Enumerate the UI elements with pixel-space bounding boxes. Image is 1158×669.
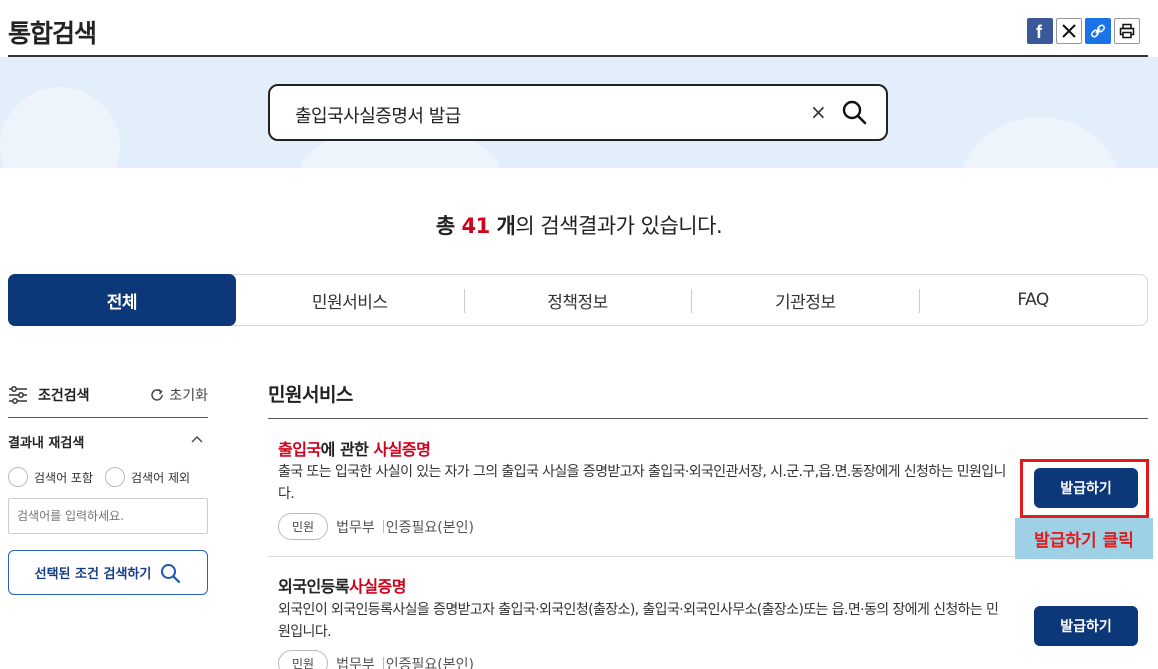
filter-header: 조건검색 초기화 xyxy=(8,382,208,418)
result-prefix: 총 xyxy=(435,214,462,238)
exclude-label: 검색어 제외 xyxy=(131,470,191,485)
type-badge: 민원 xyxy=(278,650,329,669)
title-highlight: 사실증명 xyxy=(373,440,431,459)
svg-text:f: f xyxy=(1036,22,1043,40)
auth-label: 인증필요(본인) xyxy=(385,519,474,536)
tab-policy-info[interactable]: 정책정보 xyxy=(463,275,692,325)
exclude-radio[interactable]: 검색어 제외 xyxy=(105,467,190,487)
search-icon xyxy=(161,563,181,583)
print-icon[interactable] xyxy=(1114,18,1140,44)
tab-faq[interactable]: FAQ xyxy=(919,275,1147,325)
chevron-up-icon[interactable] xyxy=(190,432,204,446)
filter-icon xyxy=(9,386,27,404)
title-text: 에 관한 xyxy=(320,440,374,459)
title-highlight: 출입국 xyxy=(278,440,321,459)
section-title: 민원서비스 xyxy=(268,384,353,406)
agency-label: 법무부 xyxy=(336,656,375,669)
search-query[interactable]: 출입국사실증명서 발급 xyxy=(295,102,461,128)
share-toolbar: f xyxy=(1027,18,1140,44)
tab-all[interactable]: 전체 xyxy=(8,274,236,326)
auth-label: 인증필요(본인) xyxy=(385,656,474,669)
result-meta: 민원 법무부 인증필요(본인) xyxy=(278,513,474,540)
page-title: 통합검색 xyxy=(8,19,97,48)
reset-button[interactable]: 초기화 xyxy=(149,385,208,405)
annotation-label: 발급하기 클릭 xyxy=(1015,518,1153,559)
tab-civil-service[interactable]: 민원서비스 xyxy=(236,275,464,325)
title-text: 외국인등록 xyxy=(278,577,350,596)
result-title-link[interactable]: 출입국에 관한 사실증명 xyxy=(278,436,431,460)
radio-circle[interactable] xyxy=(105,467,126,487)
type-badge: 민원 xyxy=(278,513,329,540)
title-highlight: 사실증명 xyxy=(349,577,406,596)
search-icon[interactable] xyxy=(840,98,868,126)
cloud-decoration xyxy=(960,117,1120,168)
clear-icon[interactable]: × xyxy=(810,100,827,124)
condition-search-button[interactable]: 선택된 조건 검색하기 xyxy=(8,550,208,595)
search-input[interactable]: 출입국사실증명서 발급 × xyxy=(268,84,888,141)
meta-separator xyxy=(382,520,384,533)
x-icon[interactable] xyxy=(1056,18,1082,44)
refine-search-input[interactable] xyxy=(8,498,208,534)
category-tabs: 전체 민원서비스 정책정보 기관정보 FAQ xyxy=(8,274,1148,326)
search-band: 출입국사실증명서 발급 × xyxy=(0,57,1158,168)
tab-agency-info[interactable]: 기관정보 xyxy=(691,275,919,325)
result-meta: 민원 법무부 인증필요(본인) xyxy=(278,650,474,669)
result-unit: 개 xyxy=(489,214,516,238)
result-description: 외국인이 외국인등록사실을 증명받고자 출입국·외국인청(출장소), 출입국·외… xyxy=(278,602,999,640)
meta-separator xyxy=(382,657,384,669)
include-radio[interactable]: 검색어 포함 xyxy=(8,467,93,487)
radio-circle[interactable] xyxy=(8,467,28,487)
facebook-icon[interactable]: f xyxy=(1027,18,1053,44)
result-number: 41 xyxy=(461,214,491,238)
refine-options: 검색어 포함 검색어 제외 xyxy=(8,467,190,487)
result-count: 총 41 개의 검색결과가 있습니다. xyxy=(0,210,1158,240)
annotation-highlight-box xyxy=(1020,459,1149,518)
cloud-decoration xyxy=(0,87,120,168)
result-item: 외국인등록사실증명 외국인이 외국인등록사실을 증명받고자 출입국·외국인청(출… xyxy=(268,558,1148,669)
include-label: 검색어 포함 xyxy=(34,470,94,485)
reset-label: 초기화 xyxy=(169,388,208,404)
condition-search-label: 선택된 조건 검색하기 xyxy=(34,567,152,582)
refresh-icon xyxy=(151,388,164,401)
refine-search-title: 결과내 재검색 xyxy=(8,436,85,451)
link-icon[interactable] xyxy=(1085,18,1111,44)
issue-button[interactable]: 발급하기 xyxy=(1034,606,1138,646)
agency-label: 법무부 xyxy=(336,519,375,536)
result-title-link[interactable]: 외국인등록사실증명 xyxy=(278,573,406,597)
result-description: 출국 또는 입국한 사실이 있는 자가 그의 출입국 사실을 증명받고자 출입국… xyxy=(278,464,1006,502)
filter-title: 조건검색 xyxy=(38,388,90,404)
result-suffix: 의 검색결과가 있습니다. xyxy=(515,214,723,238)
